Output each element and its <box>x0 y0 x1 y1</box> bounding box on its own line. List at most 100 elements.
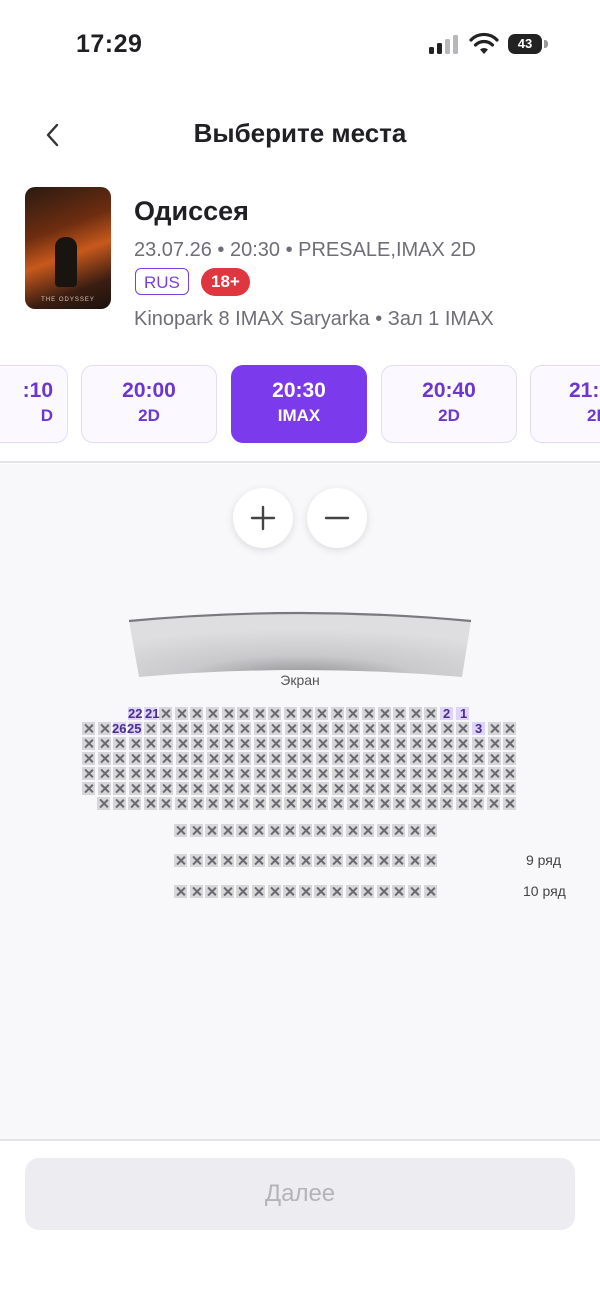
seat-taken[interactable] <box>472 767 485 780</box>
seat-taken[interactable] <box>425 767 439 780</box>
seat-taken[interactable] <box>253 782 267 795</box>
seat-taken[interactable] <box>331 797 344 810</box>
seat-taken[interactable] <box>189 885 203 898</box>
seat-taken[interactable] <box>330 824 343 837</box>
seat-taken[interactable] <box>236 854 250 867</box>
seat-taken[interactable] <box>144 782 158 795</box>
seat-taken[interactable] <box>252 885 265 898</box>
seat-taken[interactable] <box>206 782 220 795</box>
seat-taken[interactable] <box>237 797 251 810</box>
seat-taken[interactable] <box>144 737 158 750</box>
seat-taken[interactable] <box>440 782 454 795</box>
seat-taken[interactable] <box>175 797 188 810</box>
seat-taken[interactable] <box>331 752 345 765</box>
seat-taken[interactable] <box>220 824 234 837</box>
seat-taken[interactable] <box>392 824 406 837</box>
seat-taken[interactable] <box>394 782 407 795</box>
seat-taken[interactable] <box>471 797 485 810</box>
seat-taken[interactable] <box>409 722 423 735</box>
seat-taken[interactable] <box>268 707 282 720</box>
seat-taken[interactable] <box>269 782 283 795</box>
seat-taken[interactable] <box>394 752 407 765</box>
zoom-out-button[interactable] <box>307 488 367 548</box>
seat-taken[interactable] <box>222 722 236 735</box>
seat-taken[interactable] <box>97 737 111 750</box>
seat-taken[interactable] <box>362 752 376 765</box>
seat-taken[interactable] <box>424 797 438 810</box>
seat-taken[interactable] <box>159 707 173 720</box>
seat-taken[interactable] <box>487 722 501 735</box>
seat-taken[interactable] <box>82 752 95 765</box>
seat-taken[interactable] <box>472 752 485 765</box>
seat-taken[interactable] <box>267 824 281 837</box>
seat-taken[interactable] <box>394 737 407 750</box>
seat-taken[interactable] <box>456 767 470 780</box>
seat-taken[interactable] <box>82 782 95 795</box>
seat-taken[interactable] <box>160 737 173 750</box>
seat-taken[interactable] <box>113 752 127 765</box>
seat-taken[interactable] <box>300 752 314 765</box>
seat-taken[interactable] <box>440 797 454 810</box>
seat-taken[interactable] <box>300 722 314 735</box>
seat-taken[interactable] <box>316 737 329 750</box>
seat-taken[interactable] <box>408 885 421 898</box>
seat-taken[interactable] <box>315 797 329 810</box>
seat-taken[interactable] <box>82 767 95 780</box>
seat-taken[interactable] <box>174 854 187 867</box>
seat-taken[interactable] <box>440 722 454 735</box>
seat-taken[interactable] <box>487 737 501 750</box>
seat-taken[interactable] <box>253 737 267 750</box>
seat-taken[interactable] <box>316 722 329 735</box>
seat-taken[interactable] <box>456 752 470 765</box>
seat-taken[interactable] <box>392 885 406 898</box>
seat-taken[interactable] <box>503 737 517 750</box>
seat-taken[interactable] <box>362 707 375 720</box>
seat-taken[interactable] <box>128 767 142 780</box>
seat-taken[interactable] <box>253 722 267 735</box>
seat-taken[interactable] <box>206 767 220 780</box>
seat-taken[interactable] <box>252 854 265 867</box>
seat-taken[interactable] <box>331 722 345 735</box>
seat-taken[interactable] <box>191 767 205 780</box>
seat-taken[interactable] <box>298 854 312 867</box>
session-chip[interactable]: 20:00 2D <box>81 365 217 443</box>
seat-taken[interactable] <box>220 854 234 867</box>
seat-taken[interactable] <box>267 885 281 898</box>
seat-taken[interactable] <box>283 824 297 837</box>
seat-taken[interactable] <box>206 737 220 750</box>
seat-taken[interactable] <box>362 722 376 735</box>
seat-taken[interactable] <box>269 752 283 765</box>
session-chip[interactable]: :10 D <box>0 365 68 443</box>
seat-taken[interactable] <box>269 737 283 750</box>
seat-taken[interactable] <box>300 767 314 780</box>
seat-taken[interactable] <box>330 885 343 898</box>
session-chip[interactable]: 21: 2D <box>530 365 600 443</box>
seat-taken[interactable] <box>346 707 360 720</box>
seat-taken[interactable] <box>128 797 142 810</box>
seat-taken[interactable] <box>347 722 361 735</box>
seat-taken[interactable] <box>222 767 236 780</box>
seat-taken[interactable] <box>423 824 437 837</box>
seat-taken[interactable] <box>378 722 392 735</box>
session-chip-selected[interactable]: 20:30 IMAX <box>231 365 367 443</box>
seat-taken[interactable] <box>376 854 390 867</box>
seat-taken[interactable] <box>425 782 439 795</box>
seat-taken[interactable] <box>128 737 142 750</box>
seat-taken[interactable] <box>143 797 157 810</box>
seat-taken[interactable] <box>237 707 251 720</box>
seat-taken[interactable] <box>361 824 375 837</box>
seat-taken[interactable] <box>252 707 266 720</box>
seat-taken[interactable] <box>112 797 126 810</box>
seat-taken[interactable] <box>298 885 312 898</box>
seat-taken[interactable] <box>128 752 142 765</box>
seat-taken[interactable] <box>408 854 421 867</box>
seat-taken[interactable] <box>298 824 312 837</box>
seat-taken[interactable] <box>330 854 343 867</box>
seat-taken[interactable] <box>345 824 359 837</box>
seat-taken[interactable] <box>284 797 298 810</box>
seat-taken[interactable] <box>424 707 438 720</box>
seat-taken[interactable] <box>440 767 454 780</box>
seat-taken[interactable] <box>160 782 173 795</box>
seat-taken[interactable] <box>347 767 361 780</box>
seat-taken[interactable] <box>284 767 298 780</box>
